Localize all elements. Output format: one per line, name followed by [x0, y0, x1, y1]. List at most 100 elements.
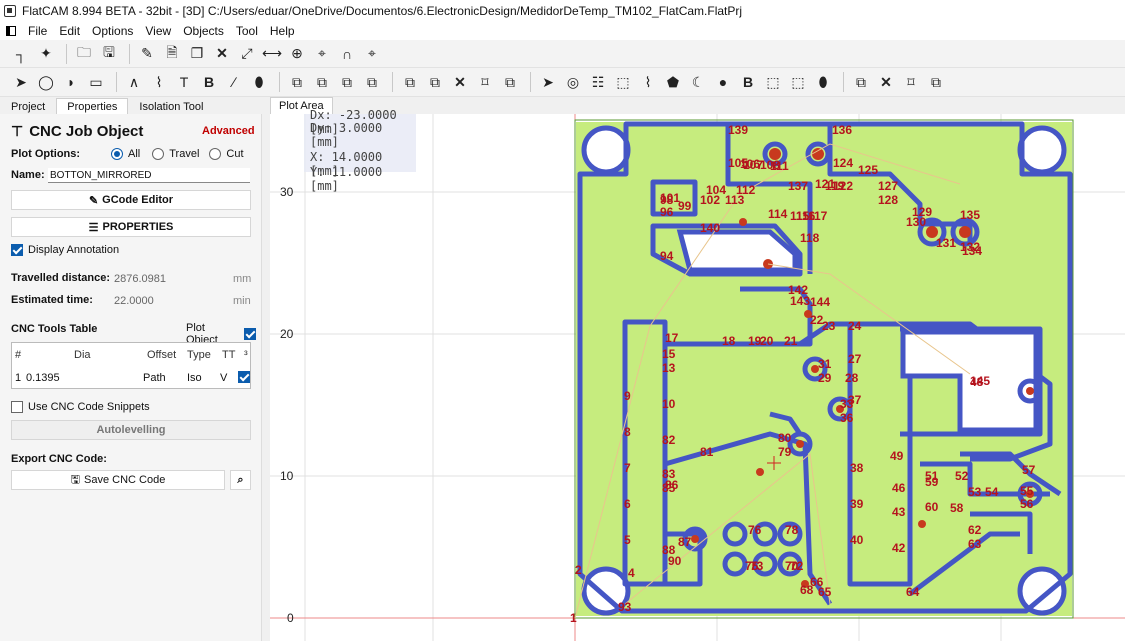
- gerber-eraser-icon[interactable]: ⬮: [812, 71, 834, 93]
- annotation: 46: [892, 481, 906, 495]
- copy-icon[interactable]: ❐: [186, 43, 208, 65]
- delete-shape-icon[interactable]: ✕: [449, 71, 471, 93]
- jump-to-icon[interactable]: ⌖: [311, 43, 333, 65]
- intersection-icon[interactable]: ⧉: [311, 71, 333, 93]
- plot-cut-radio[interactable]: [209, 148, 222, 160]
- annotation: 99: [678, 199, 692, 213]
- annotation: 42: [892, 541, 906, 555]
- menu-tool[interactable]: Tool: [236, 24, 258, 38]
- annotation: 58: [950, 501, 964, 515]
- name-input[interactable]: BOTTON_MIRRORED: [48, 168, 250, 183]
- tab-isolation-tool[interactable]: Isolation Tool: [128, 98, 214, 114]
- distance-icon[interactable]: ⟷: [261, 43, 283, 65]
- select-icon[interactable]: ➤: [10, 71, 32, 93]
- arc-icon[interactable]: ◗: [60, 71, 82, 93]
- plot-cut-label: Cut: [226, 148, 244, 160]
- save-project-icon[interactable]: 🖫: [98, 43, 120, 65]
- y-tick: 10: [280, 469, 294, 483]
- menu-file[interactable]: File: [28, 24, 47, 38]
- paint-icon[interactable]: ∕: [223, 71, 245, 93]
- origin-icon[interactable]: ⊕: [286, 43, 308, 65]
- row-tt[interactable]: V: [220, 372, 227, 384]
- row-plot-checkbox[interactable]: [238, 371, 250, 383]
- gerber-copy-icon[interactable]: ⧉: [850, 71, 872, 93]
- gerber-delete-icon[interactable]: ✕: [875, 71, 897, 93]
- export-cnc-label: Export CNC Code:: [11, 453, 107, 465]
- pad-icon[interactable]: ◎: [562, 71, 584, 93]
- plot-travel-radio[interactable]: [152, 148, 165, 160]
- copy-shape-icon[interactable]: ⧉: [399, 71, 421, 93]
- y-tick: 0: [287, 611, 294, 625]
- tab-project[interactable]: Project: [0, 98, 56, 114]
- locate-icon[interactable]: ⌖: [361, 43, 383, 65]
- circle-icon[interactable]: ◯: [35, 71, 57, 93]
- move-shape-icon[interactable]: ⧉: [424, 71, 446, 93]
- crop-icon[interactable]: ⌑: [474, 71, 496, 93]
- resize-icon[interactable]: ⤢: [236, 43, 258, 65]
- delete-icon[interactable]: ✕: [211, 43, 233, 65]
- annotation: 127: [878, 179, 898, 193]
- transform-icon[interactable]: ⧉: [499, 71, 521, 93]
- cnc-tools-table-label: CNC Tools Table: [11, 323, 98, 335]
- advanced-label[interactable]: Advanced: [202, 125, 255, 137]
- row-num: 1: [15, 372, 22, 384]
- panel-toggle-icon[interactable]: [6, 25, 16, 36]
- region-icon[interactable]: ⌇: [637, 71, 659, 93]
- union-icon[interactable]: ⧉: [286, 71, 308, 93]
- estimated-time-value: 22.0000: [114, 295, 154, 307]
- row-dia[interactable]: 0.1395: [26, 372, 60, 384]
- menu-objects[interactable]: Objects: [183, 24, 224, 38]
- menu-help[interactable]: Help: [270, 24, 295, 38]
- row-offset[interactable]: Path: [143, 372, 166, 384]
- open-excellon-icon[interactable]: ✦: [35, 43, 57, 65]
- pad-array-icon[interactable]: ☷: [587, 71, 609, 93]
- annotation: 82: [662, 433, 676, 447]
- gcode-editor-button[interactable]: ✎ GCode Editor: [11, 190, 251, 210]
- row-type[interactable]: Iso: [187, 372, 202, 384]
- plot-options-label: Plot Options:: [11, 148, 81, 160]
- properties-button[interactable]: ☰ PROPERTIES: [11, 217, 251, 237]
- path-icon[interactable]: ⌇: [148, 71, 170, 93]
- annotation: 75: [745, 559, 759, 573]
- gerber-transform-icon[interactable]: ⧉: [925, 71, 947, 93]
- disc-icon[interactable]: ●: [712, 71, 734, 93]
- save-edit-icon[interactable]: 🗎: [161, 43, 183, 65]
- save-cnc-code-button[interactable]: 🖫 Save CNC Code: [11, 470, 225, 490]
- open-gerber-icon[interactable]: ┐: [10, 43, 32, 65]
- pencil-icon: ✎: [88, 194, 99, 207]
- open-project-icon[interactable]: 🗀: [73, 43, 95, 65]
- poligonize-icon[interactable]: ⬟: [662, 71, 684, 93]
- annotation: 80: [778, 431, 792, 445]
- polygon-icon[interactable]: ∧: [123, 71, 145, 93]
- set-origin-icon[interactable]: ∩: [336, 43, 358, 65]
- plot-object-checkbox[interactable]: [244, 328, 256, 340]
- review-gcode-button[interactable]: ⌕: [230, 470, 251, 490]
- buffer-icon[interactable]: B: [198, 71, 220, 93]
- track-icon[interactable]: ⬚: [612, 71, 634, 93]
- mark-area-icon[interactable]: ⬚: [787, 71, 809, 93]
- menu-view[interactable]: View: [145, 24, 171, 38]
- cut-icon[interactable]: ⧉: [361, 71, 383, 93]
- gerber-buffer-icon[interactable]: B: [737, 71, 759, 93]
- menu-edit[interactable]: Edit: [59, 24, 80, 38]
- semidisc-icon[interactable]: ☾: [687, 71, 709, 93]
- plot-canvas[interactable]: 1 2 4 5 6 7 8 9 10 13 15 17 18 19 20 21 …: [270, 114, 1125, 641]
- annotation: 56: [1020, 497, 1034, 511]
- col-extra: ³: [244, 349, 248, 361]
- eraser-icon[interactable]: ⬮: [248, 71, 270, 93]
- annotation: 37: [848, 393, 862, 407]
- edit-icon[interactable]: ✎: [136, 43, 158, 65]
- display-annotation-checkbox[interactable]: [11, 244, 23, 256]
- subtract-icon[interactable]: ⧉: [336, 71, 358, 93]
- cnc-snippets-checkbox[interactable]: [11, 401, 23, 413]
- gerber-select-icon[interactable]: ➤: [537, 71, 559, 93]
- gerber-crop-icon[interactable]: ⌑: [900, 71, 922, 93]
- autolevelling-button[interactable]: Autolevelling: [11, 420, 251, 440]
- tab-properties[interactable]: Properties: [56, 98, 129, 114]
- text-icon[interactable]: T: [173, 71, 195, 93]
- plot-all-radio[interactable]: [111, 148, 123, 160]
- pcb-plot[interactable]: 1 2 4 5 6 7 8 9 10 13 15 17 18 19 20 21 …: [270, 114, 1125, 641]
- menu-options[interactable]: Options: [92, 24, 133, 38]
- scale-icon[interactable]: ⬚: [762, 71, 784, 93]
- rectangle-icon[interactable]: ▭: [85, 71, 107, 93]
